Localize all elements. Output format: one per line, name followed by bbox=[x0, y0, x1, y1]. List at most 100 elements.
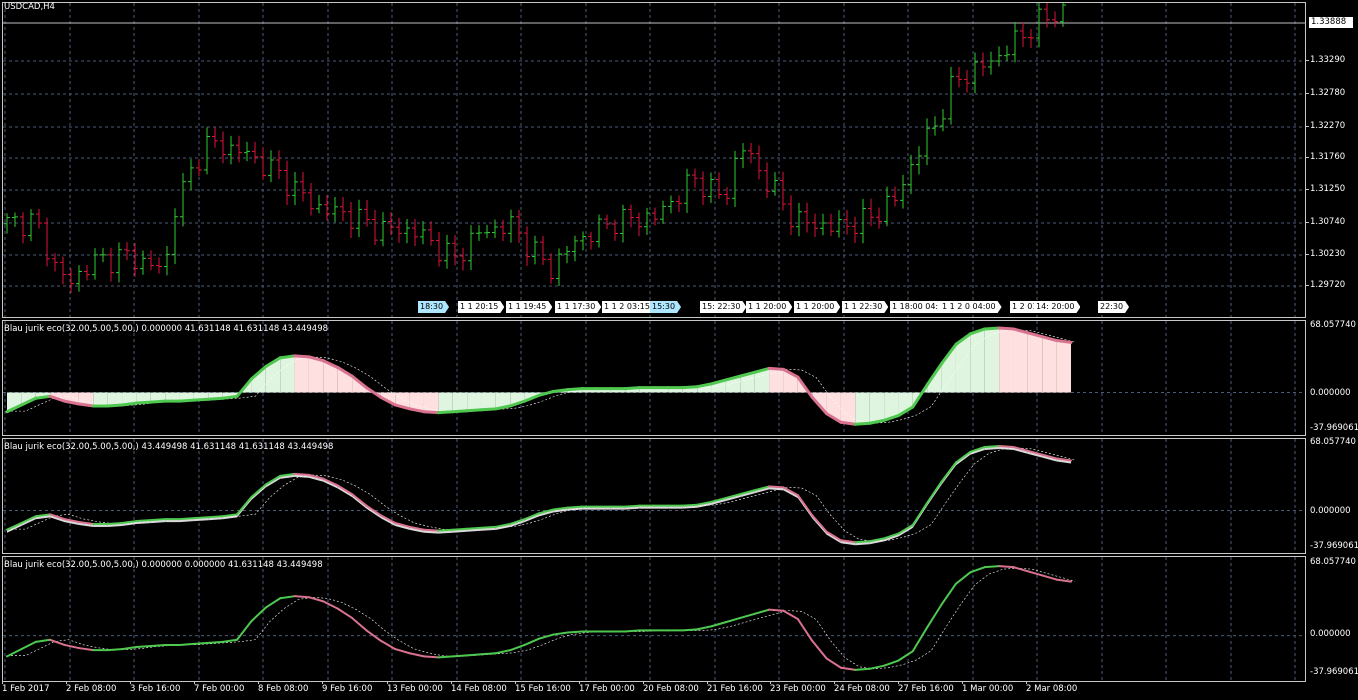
time-axis-label: 17 Feb 00:00 bbox=[579, 684, 635, 694]
price-bar bbox=[620, 204, 626, 243]
indicator-line-down bbox=[997, 326, 1015, 331]
histogram-up bbox=[481, 392, 496, 410]
indicator-line-up bbox=[236, 620, 253, 641]
price-bar bbox=[916, 146, 922, 175]
price-axis-tick bbox=[1306, 93, 1309, 94]
indicator-line-up bbox=[437, 655, 454, 659]
indicator-line-up bbox=[192, 397, 210, 402]
indicator-line-up bbox=[20, 640, 37, 651]
histogram-up bbox=[855, 392, 870, 425]
indicator-line-up bbox=[106, 648, 124, 652]
indicator-line-up bbox=[710, 621, 727, 628]
indicator-line-up bbox=[566, 387, 584, 392]
price-plot[interactable] bbox=[2, 2, 1306, 318]
axis-top-label: 68.057740 bbox=[1310, 320, 1356, 330]
indicator-line-up bbox=[207, 640, 224, 644]
indicator-line-up bbox=[681, 503, 699, 507]
price-axis: 1.33290 1.32780 1.32270 1.31760 1.31250 1.307… bbox=[1306, 0, 1358, 318]
indicator-line-down bbox=[293, 595, 310, 599]
indicator-line-up bbox=[696, 625, 713, 631]
histogram-up bbox=[452, 392, 468, 412]
indicator-line-up bbox=[451, 409, 469, 414]
indicator-line-down bbox=[825, 530, 842, 542]
indicator-line-down bbox=[293, 354, 311, 359]
histogram-down bbox=[1042, 336, 1057, 393]
indicator-chart-1 bbox=[3, 321, 1305, 435]
price-bar bbox=[684, 168, 690, 213]
histogram-down bbox=[840, 392, 856, 425]
indicator-line-up bbox=[134, 400, 153, 405]
time-axis-label: 1 Feb 2017 bbox=[2, 684, 50, 694]
price-bar bbox=[804, 202, 810, 233]
price-bar bbox=[308, 182, 314, 216]
price-axis-label: 1.29720 bbox=[1310, 280, 1346, 290]
price-chart-svg bbox=[3, 3, 1305, 317]
indicator-line-down bbox=[998, 445, 1015, 448]
price-bar bbox=[436, 231, 442, 267]
price-bar bbox=[44, 217, 50, 267]
indicator-line-up bbox=[494, 649, 512, 655]
price-bar bbox=[732, 150, 738, 207]
price-bar bbox=[428, 221, 434, 246]
indicator-line-up bbox=[236, 496, 253, 516]
indicator-line-up bbox=[911, 501, 929, 526]
histogram-down bbox=[308, 356, 324, 393]
indicator-line-up bbox=[954, 571, 972, 585]
histogram-up bbox=[970, 328, 985, 393]
price-bar bbox=[252, 141, 258, 164]
price-bar bbox=[580, 231, 586, 251]
price-bar bbox=[828, 213, 834, 236]
session-label: 1 18:00 04: bbox=[890, 301, 944, 313]
price-bar bbox=[100, 247, 106, 263]
histogram-down bbox=[1056, 340, 1071, 393]
time-axis-label: 24 Feb 08:00 bbox=[834, 684, 890, 694]
price-bar bbox=[68, 268, 74, 294]
indicator-plot-3[interactable] bbox=[2, 556, 1306, 682]
price-bar bbox=[948, 66, 954, 125]
price-bar bbox=[220, 131, 226, 164]
price-axis-tick bbox=[1306, 222, 1309, 223]
indicator-line-up bbox=[149, 399, 167, 404]
price-bar bbox=[500, 219, 506, 242]
price-axis-tick bbox=[1306, 254, 1309, 255]
indicator-line-down bbox=[796, 494, 814, 517]
price-bar bbox=[180, 172, 186, 227]
price-bar bbox=[340, 197, 346, 222]
price-bar bbox=[484, 224, 490, 239]
indicator-line-up bbox=[250, 606, 267, 623]
price-bar bbox=[644, 207, 650, 235]
price-bar bbox=[148, 250, 154, 271]
indicator-line-down bbox=[422, 528, 440, 532]
session-label: 1 1 2 03:15 bbox=[602, 301, 656, 313]
time-axis-label: 13 Feb 00:00 bbox=[387, 684, 443, 694]
indicator-plot-2[interactable] bbox=[2, 438, 1306, 554]
price-bar bbox=[508, 209, 514, 243]
time-axis-label: 2 Mar 08:00 bbox=[1026, 684, 1078, 694]
price-bar bbox=[172, 208, 178, 265]
price-bar bbox=[476, 225, 482, 241]
histogram-down bbox=[1013, 328, 1028, 393]
indicator-line-down bbox=[1012, 566, 1029, 573]
indicator-plot-1[interactable] bbox=[2, 320, 1306, 436]
price-bar bbox=[812, 213, 818, 238]
price-bar bbox=[556, 248, 562, 287]
indicator-line-down bbox=[811, 514, 828, 533]
price-bar bbox=[236, 135, 242, 163]
price-bar bbox=[756, 145, 762, 180]
time-axis-label: 2 Feb 08:00 bbox=[66, 684, 117, 694]
session-label: 1 1 19:45 bbox=[506, 301, 552, 313]
price-bar bbox=[356, 199, 362, 238]
indicator-line-up bbox=[34, 638, 52, 643]
time-axis-label: 15 Feb 16:00 bbox=[515, 684, 571, 694]
price-bar bbox=[748, 142, 754, 164]
indicator-pane-3: Blau jurik eco(32.00,5.00,5.00,) 0.00000… bbox=[0, 554, 1358, 682]
price-bar bbox=[372, 210, 378, 245]
price-bar bbox=[380, 212, 386, 247]
indicator-line-up bbox=[207, 515, 224, 519]
price-bar bbox=[660, 200, 666, 224]
price-bar bbox=[1044, 3, 1050, 28]
time-axis-label: 8 Feb 08:00 bbox=[258, 684, 309, 694]
price-bar bbox=[1028, 28, 1034, 48]
indicator-line-down bbox=[351, 616, 368, 632]
indicator-line-up bbox=[480, 652, 497, 656]
